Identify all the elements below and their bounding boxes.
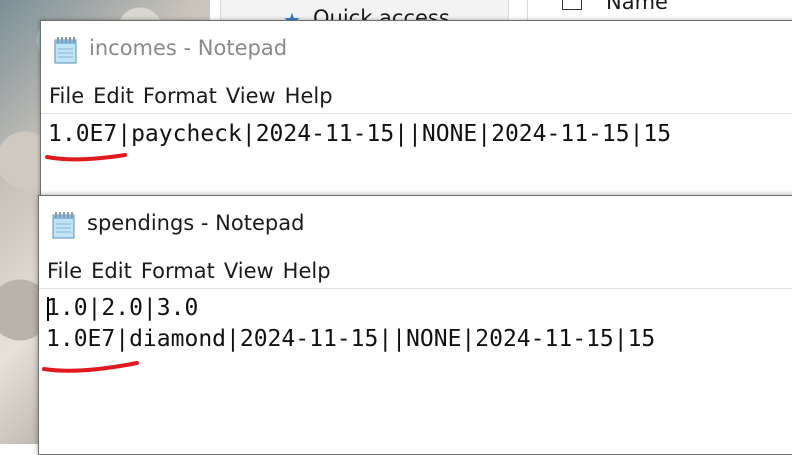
text-editor[interactable]: 1.0E7|paycheck|2024-11-15||NONE|2024-11-… — [41, 114, 792, 195]
text-line: 1.0E7|diamond|2024-11-15||NONE|2024-11-1… — [46, 326, 656, 352]
select-all-checkbox[interactable] — [562, 0, 582, 10]
menu-bar: File Edit Format View Help — [39, 254, 792, 289]
title-bar[interactable]: incomes - Notepad — [41, 21, 792, 77]
menu-help[interactable]: Help — [282, 84, 336, 108]
text-line: 1.0E7|paycheck|2024-11-15||NONE|2024-11-… — [48, 121, 672, 147]
window-title: spendings - Notepad — [87, 211, 305, 235]
menu-view[interactable]: View — [221, 259, 277, 283]
menu-view[interactable]: View — [223, 84, 279, 108]
menu-file[interactable]: File — [46, 84, 87, 108]
menu-help[interactable]: Help — [280, 259, 334, 283]
title-bar[interactable]: spendings - Notepad — [39, 196, 792, 252]
notepad-window-spendings[interactable]: spendings - Notepad File Edit Format Vie… — [38, 195, 792, 455]
menu-format[interactable]: Format — [140, 84, 220, 108]
menu-format[interactable]: Format — [138, 259, 218, 283]
notepad-icon — [52, 212, 75, 239]
menu-bar: File Edit Format View Help — [41, 79, 792, 114]
menu-edit[interactable]: Edit — [88, 259, 135, 283]
notepad-icon — [54, 37, 77, 64]
name-column-header[interactable]: Name — [606, 0, 668, 14]
window-title: incomes - Notepad — [89, 36, 288, 60]
text-line: 1.0|2.0|3.0 — [46, 295, 199, 321]
menu-file[interactable]: File — [44, 259, 85, 283]
notepad-window-incomes[interactable]: incomes - Notepad File Edit Format View … — [40, 20, 792, 196]
text-editor[interactable]: 1.0|2.0|3.0 1.0E7|diamond|2024-11-15||NO… — [39, 289, 792, 454]
menu-edit[interactable]: Edit — [90, 84, 137, 108]
